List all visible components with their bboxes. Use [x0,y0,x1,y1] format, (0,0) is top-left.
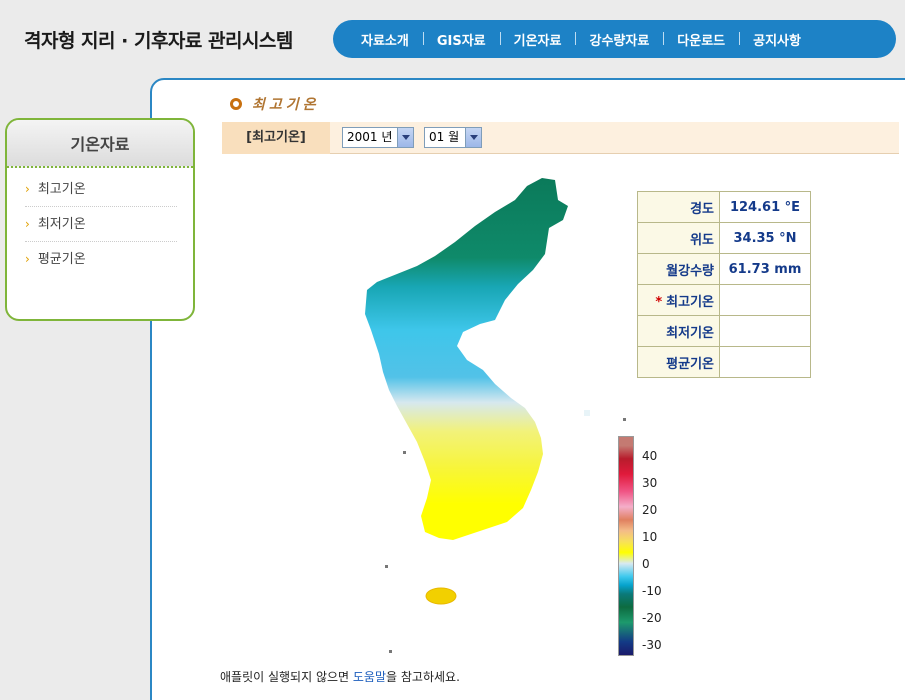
note-text: 을 참고하세요. [386,670,460,684]
island-dot [389,650,392,653]
nav-item-notice[interactable]: 공지사항 [739,30,815,49]
max-temp-value [719,284,811,316]
selected-star-icon: * [655,294,663,310]
sidebar-item-label: 최고기온 [37,182,86,197]
dropdown-arrow-icon [397,128,413,147]
sidebar-item-max-temp[interactable]: › 최고기온 [25,172,177,207]
page-heading: 최고기온 [230,94,320,114]
chevron-right-icon: › [25,252,30,266]
nav-item-gis[interactable]: GIS자료 [422,30,500,49]
sidebar-item-avg-temp[interactable]: › 평균기온 [25,242,177,277]
help-link[interactable]: 도움말 [353,670,386,684]
nav-item-intro[interactable]: 자료소개 [347,30,423,49]
info-label: 평균기온 [637,346,720,378]
peninsula-shape [365,178,568,540]
info-label: 월강수량 [637,253,720,285]
top-nav: 자료소개 GIS자료 기온자료 강수량자료 다운로드 공지사항 [333,20,896,58]
info-table: 경도 124.61 °E 위도 34.35 °N 월강수량 61.73 mm *… [637,191,811,378]
jeju-island [425,587,457,605]
legend-tick: 0 [642,557,650,571]
table-row: 최저기온 [637,315,811,347]
precip-value: 61.73 mm [719,253,811,285]
table-row: 월강수량 61.73 mm [637,253,811,285]
table-row: 경도 124.61 °E [637,191,811,223]
sidebar-item-min-temp[interactable]: › 최저기온 [25,207,177,242]
island-dot [403,451,406,454]
circle-bullet-icon [230,98,242,110]
nav-item-download[interactable]: 다운로드 [663,30,739,49]
sidebar-item-label: 평균기온 [37,252,86,267]
table-row: 평균기온 [637,346,811,378]
temperature-map[interactable] [355,172,600,612]
year-select[interactable]: 2001 년 [342,127,414,148]
legend-tick: 30 [642,476,658,490]
avg-temp-value [719,346,811,378]
chevron-right-icon: › [25,217,30,231]
island-dot [623,418,626,421]
info-label: 경도 [637,191,720,223]
info-label-selected: * 최고기온 [637,284,720,316]
dropdown-arrow-icon [465,128,481,147]
latitude-value: 34.35 °N [719,222,811,254]
info-label: 최저기온 [637,315,720,347]
sidebar: 기온자료 › 최고기온 › 최저기온 › 평균기온 [5,118,195,321]
month-select[interactable]: 01 월 [424,127,482,148]
chevron-right-icon: › [25,182,30,196]
month-select-value: 01 월 [429,130,460,144]
info-label: 위도 [637,222,720,254]
sidebar-item-label: 최저기온 [37,217,86,232]
min-temp-value [719,315,811,347]
year-select-value: 2001 년 [347,130,393,144]
filter-bar: [최고기온] 2001 년 01 월 [222,122,899,154]
legend-tick: -10 [642,584,662,598]
nav-item-temperature[interactable]: 기온자료 [499,30,576,49]
island-dot [385,565,388,568]
island-marker [584,410,590,416]
legend-tick: -20 [642,611,662,625]
page-title: 최고기온 [252,97,320,113]
applet-help-note: 애플릿이 실행되지 않으면 도움말을 참고하세요. [220,668,460,685]
filter-label: [최고기온] [222,122,330,154]
legend-tick: 20 [642,503,658,517]
note-text: 애플릿이 실행되지 않으면 [220,670,353,684]
sidebar-title: 기온자료 [7,120,193,168]
table-row: * 최고기온 [637,284,811,316]
nav-item-precipitation[interactable]: 강수량자료 [575,30,663,49]
legend-tick: -30 [642,638,662,652]
legend-tick: 40 [642,449,658,463]
table-row: 위도 34.35 °N [637,222,811,254]
site-title: 격자형 지리 · 기후자료 관리시스템 [24,30,293,52]
legend-tick: 10 [642,530,658,544]
color-scale-bar [618,436,634,656]
longitude-value: 124.61 °E [719,191,811,223]
